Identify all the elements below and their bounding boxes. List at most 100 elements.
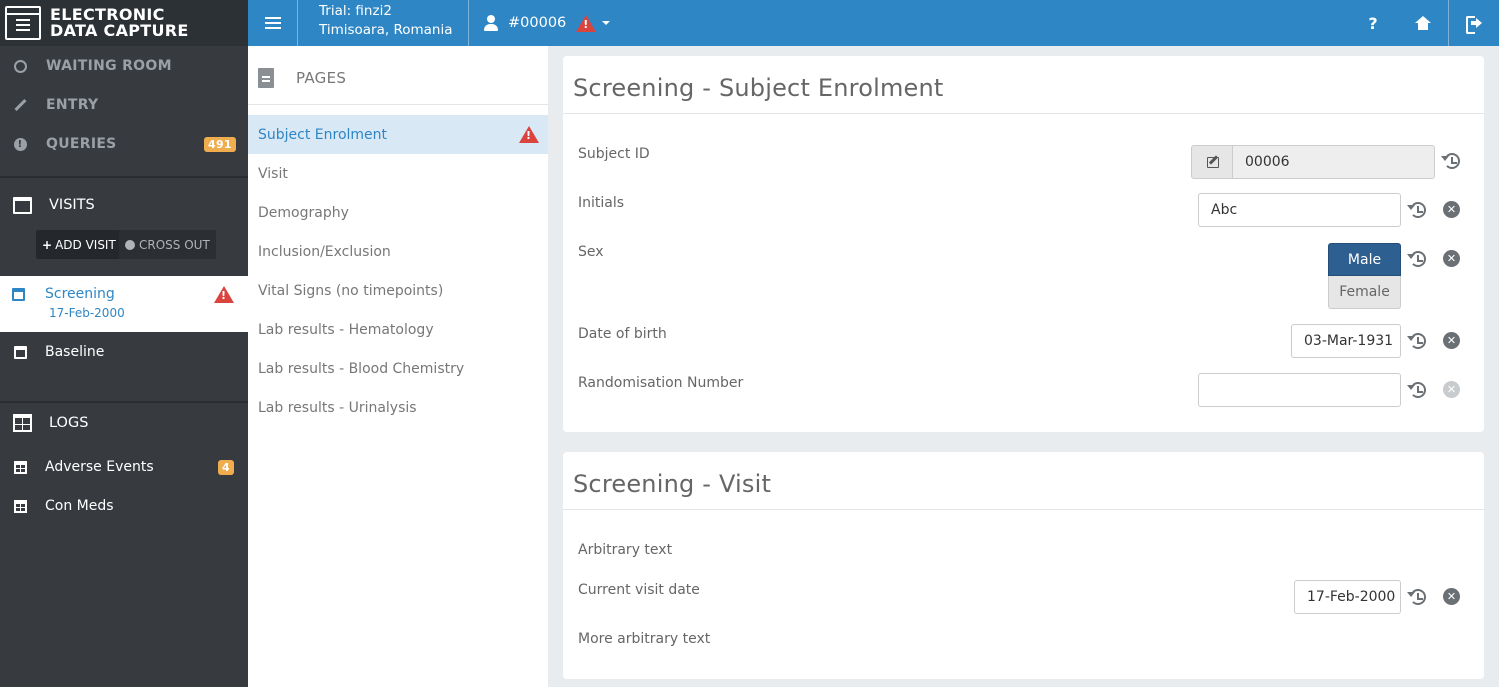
history-icon[interactable] <box>1407 202 1426 218</box>
visits-title: VISITS <box>49 197 95 213</box>
logout-button[interactable] <box>1448 0 1498 46</box>
clear-icon[interactable]: ✕ <box>1443 201 1460 218</box>
help-icon: ? <box>1368 13 1378 33</box>
subject-number: #00006 <box>508 15 567 31</box>
pages-header: PAGES <box>248 46 548 105</box>
more-arbitrary-text: More arbitrary text <box>578 631 711 647</box>
clear-icon[interactable]: ✕ <box>1443 332 1460 349</box>
sidebar-item-adverse-events[interactable]: Adverse Events 4 <box>0 457 248 477</box>
app-brand[interactable]: ELECTRONIC DATA CAPTURE <box>0 0 248 46</box>
clock-icon <box>12 58 28 74</box>
subject-enrolment-card: Screening - Subject Enrolment Subject ID… <box>563 56 1484 432</box>
logo-icon <box>5 6 41 40</box>
screening-visit-card: Screening - Visit Arbitrary text Current… <box>563 452 1484 679</box>
sidebar-item-label: WAITING ROOM <box>46 58 172 74</box>
divider <box>0 176 248 178</box>
home-icon <box>1415 16 1431 30</box>
hamburger-icon <box>264 17 281 29</box>
visit-label: Baseline <box>45 344 105 360</box>
sidebar-item-entry[interactable]: ENTRY <box>0 95 248 115</box>
history-icon[interactable] <box>1407 333 1426 349</box>
add-visit-label: ADD VISIT <box>55 237 116 252</box>
divider <box>0 401 248 403</box>
logs-title: LOGS <box>49 415 89 431</box>
sidebar-item-queries[interactable]: ! QUERIES 491 <box>0 134 248 154</box>
edit-subject-id-button[interactable] <box>1191 145 1233 179</box>
history-icon[interactable] <box>1407 589 1426 605</box>
history-icon[interactable] <box>1407 251 1426 267</box>
brand-text: ELECTRONIC DATA CAPTURE <box>50 7 189 39</box>
visit-date-label: Current visit date <box>578 582 700 598</box>
arbitrary-text: Arbitrary text <box>578 542 673 558</box>
calendar-icon <box>12 196 32 214</box>
times-circle-icon <box>125 239 135 250</box>
top-bar: ELECTRONIC DATA CAPTURE Trial: finzi2 Ti… <box>0 0 1499 46</box>
trial-site: Timisoara, Romania <box>319 22 453 38</box>
logs-header: LOGS <box>0 413 248 433</box>
home-button[interactable] <box>1398 0 1448 46</box>
history-icon[interactable] <box>1407 382 1426 398</box>
sidebar-item-waiting-room[interactable]: WAITING ROOM <box>0 56 248 76</box>
chevron-down-icon <box>602 21 611 25</box>
calendar-icon <box>12 344 28 360</box>
subject-selector[interactable]: #00006 <box>484 0 611 46</box>
clear-icon[interactable]: ✕ <box>1443 250 1460 267</box>
subject-id-field: 00006 <box>1232 145 1435 179</box>
table-icon <box>12 414 32 432</box>
sex-option-female[interactable]: Female <box>1328 276 1401 309</box>
trial-info: Trial: finzi2 Timisoara, Romania <box>298 0 469 46</box>
pencil-icon <box>12 97 28 113</box>
help-button[interactable]: ? <box>1348 0 1398 46</box>
log-label: Adverse Events <box>45 459 154 475</box>
exclamation-circle-icon: ! <box>12 136 28 152</box>
warning-icon <box>519 126 539 143</box>
page-link-blood-chemistry[interactable]: Lab results - Blood Chemistry <box>248 349 548 388</box>
visit-date-field[interactable]: 17-Feb-2000 <box>1294 580 1401 614</box>
log-label: Con Meds <box>45 498 114 514</box>
page-link-demography[interactable]: Demography <box>248 193 548 232</box>
adverse-events-count-badge: 4 <box>218 460 234 475</box>
user-icon <box>484 15 498 31</box>
page-link-urinalysis[interactable]: Lab results - Urinalysis <box>248 388 548 427</box>
cross-out-button[interactable]: CROSS OUT <box>119 230 216 259</box>
sex-label: Sex <box>578 244 604 260</box>
page-link-label: Lab results - Blood Chemistry <box>258 360 465 377</box>
page-link-label: Subject Enrolment <box>258 126 388 143</box>
page-link-hematology[interactable]: Lab results - Hematology <box>248 310 548 349</box>
clear-icon[interactable]: ✕ <box>1443 588 1460 605</box>
card-title: Screening - Subject Enrolment <box>573 74 944 102</box>
page-link-label: Lab results - Urinalysis <box>258 399 417 416</box>
menu-toggle-button[interactable] <box>248 0 298 46</box>
page-link-visit[interactable]: Visit <box>248 154 548 193</box>
dob-field[interactable]: 03-Mar-1931 <box>1291 324 1401 358</box>
add-visit-button[interactable]: + ADD VISIT <box>36 230 122 259</box>
logout-icon <box>1465 16 1482 34</box>
randomisation-number-field[interactable] <box>1198 373 1401 407</box>
page-link-label: Inclusion/Exclusion <box>258 243 391 260</box>
calendar-icon <box>12 288 25 301</box>
sex-option-male[interactable]: Male <box>1328 243 1401 276</box>
clear-icon: ✕ <box>1443 381 1460 398</box>
cross-out-label: CROSS OUT <box>139 237 210 252</box>
sidebar-item-screening[interactable]: Screening 17-Feb-2000 <box>0 276 248 332</box>
pages-title: PAGES <box>296 69 347 87</box>
table-icon <box>12 498 28 514</box>
plus-icon: + <box>42 237 53 252</box>
initials-field[interactable]: Abc <box>1198 193 1401 227</box>
visit-date: 17-Feb-2000 <box>49 306 125 320</box>
sidebar-item-label: QUERIES <box>46 136 117 152</box>
page-link-inclusion-exclusion[interactable]: Inclusion/Exclusion <box>248 232 548 271</box>
pages-panel: PAGES Subject Enrolment Visit Demography… <box>248 46 548 687</box>
page-link-label: Lab results - Hematology <box>258 321 434 338</box>
visit-label: Screening <box>45 286 115 302</box>
warning-icon <box>576 14 597 32</box>
sidebar-item-label: ENTRY <box>46 97 99 113</box>
page-link-subject-enrolment[interactable]: Subject Enrolment <box>248 115 548 154</box>
document-icon <box>258 68 274 88</box>
page-link-vital-signs[interactable]: Vital Signs (no timepoints) <box>248 271 548 310</box>
sidebar-item-baseline[interactable]: Baseline <box>0 342 248 362</box>
randomisation-label: Randomisation Number <box>578 375 744 391</box>
warning-icon <box>214 286 234 303</box>
sidebar-item-con-meds[interactable]: Con Meds <box>0 496 248 516</box>
history-icon[interactable] <box>1441 153 1460 169</box>
